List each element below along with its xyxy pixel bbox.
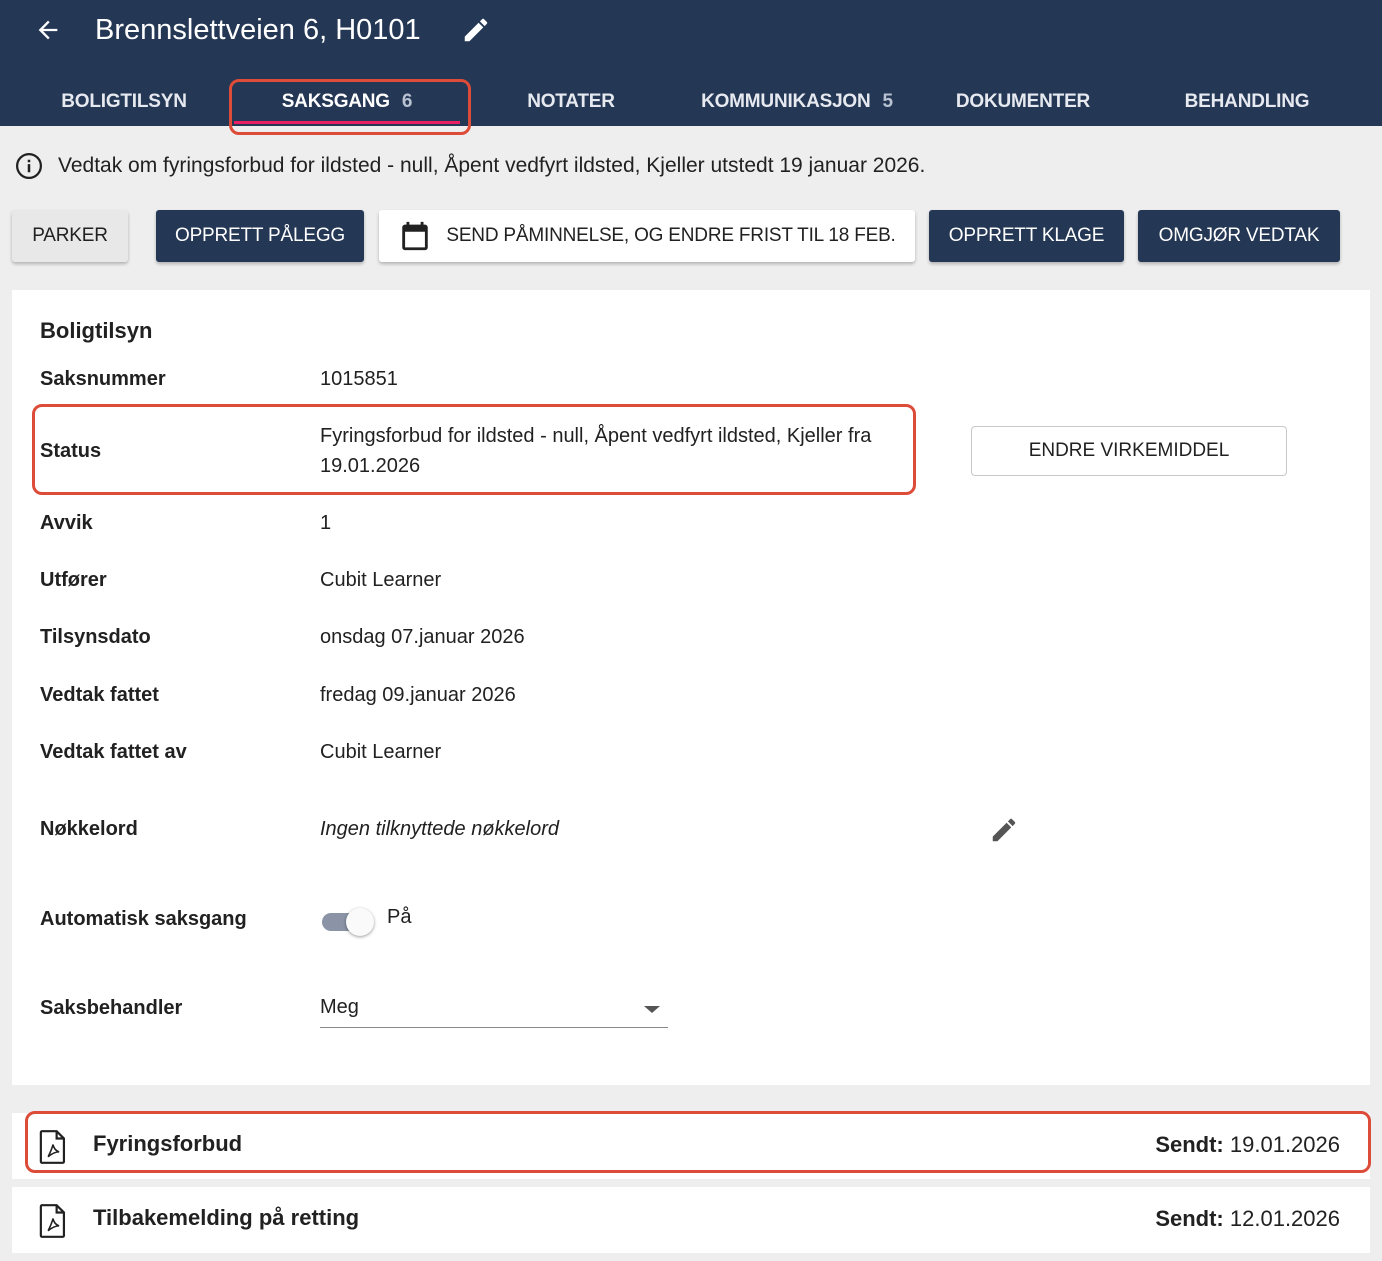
- sent-date: 12.01.2026: [1229, 1206, 1340, 1231]
- info-text: Vedtak om fyringsforbud for ildsted - nu…: [58, 154, 926, 177]
- status-label: Status: [40, 440, 102, 462]
- tab-count-badge: 5: [882, 91, 894, 112]
- tab-label: BEHANDLING: [1184, 91, 1310, 112]
- status-value: Fyringsforbud for ildsted - null, Åpent …: [320, 425, 872, 477]
- endre-virkemiddel-button[interactable]: ENDRE VIRKEMIDDEL: [971, 426, 1287, 476]
- pencil-icon: [992, 818, 1016, 842]
- document-name: Tilbakemelding på retting: [93, 1205, 360, 1230]
- arrow-left-icon: [38, 20, 58, 40]
- utforer-value: Cubit Learner: [320, 569, 442, 591]
- back-button[interactable]: [30, 12, 66, 48]
- saksnummer-label: Saksnummer: [40, 368, 166, 390]
- edit-keywords-button[interactable]: [986, 812, 1022, 848]
- avvik-label: Avvik: [40, 512, 93, 534]
- tab-label: KOMMUNIKASJON: [701, 91, 871, 112]
- vedtak-fattet-value: fredag 09.januar 2026: [320, 684, 516, 706]
- button-label: ENDRE VIRKEMIDDEL: [1028, 440, 1230, 461]
- button-label: OMGJØR VEDTAK: [1158, 225, 1320, 246]
- vedtak-fattet-av-value: Cubit Learner: [320, 741, 442, 763]
- vedtak-fattet-av-label: Vedtak fattet av: [40, 741, 187, 763]
- button-label: OPPRETT PÅLEGG: [174, 225, 345, 246]
- saksnummer-value: 1015851: [320, 368, 398, 390]
- parker-button[interactable]: PARKER: [12, 210, 128, 262]
- edit-title-button[interactable]: [458, 12, 494, 48]
- info-banner: Vedtak om fyringsforbud for ildsted - nu…: [14, 148, 925, 184]
- tab-kommunikasjon[interactable]: KOMMUNIKASJON 5: [686, 80, 908, 124]
- sent-label: Sendt:: [1155, 1206, 1224, 1231]
- dropdown-arrow-icon: [644, 1006, 660, 1013]
- utforer-label: Utfører: [40, 569, 107, 591]
- tilsynsdato-label: Tilsynsdato: [40, 626, 151, 648]
- tab-dokumenter[interactable]: DOKUMENTER: [930, 80, 1116, 124]
- info-icon: [16, 153, 42, 179]
- omgjor-vedtak-button[interactable]: OMGJØR VEDTAK: [1138, 210, 1340, 262]
- automatisk-saksgang-label: Automatisk saksgang: [40, 908, 247, 930]
- tab-label: BOLIGTILSYN: [61, 91, 187, 112]
- document-sent: Sendt: 12.01.2026: [1155, 1206, 1340, 1232]
- card-title: Boligtilsyn: [40, 318, 153, 343]
- saksbehandler-select[interactable]: Meg: [320, 990, 668, 1028]
- tilsynsdato-value: onsdag 07.januar 2026: [320, 626, 525, 648]
- pencil-icon: [464, 18, 488, 42]
- tab-notater[interactable]: NOTATER: [490, 80, 652, 124]
- avvik-value: 1: [320, 512, 332, 534]
- automatisk-saksgang-toggle[interactable]: [320, 906, 376, 936]
- button-label: SEND PÅMINNELSE, OG ENDRE FRIST TIL 18 F…: [446, 225, 896, 246]
- page-title: Brennslettveien 6, H0101: [95, 14, 421, 46]
- toggle-state-label: På: [387, 906, 412, 928]
- tab-label: NOTATER: [527, 91, 615, 112]
- saksbehandler-label: Saksbehandler: [40, 997, 183, 1019]
- button-label: OPPRETT KLAGE: [948, 225, 1105, 246]
- highlight-box: [229, 79, 471, 135]
- toggle-knob: [346, 908, 374, 936]
- button-label: PARKER: [32, 225, 108, 246]
- pdf-file-icon: [39, 1204, 66, 1238]
- highlight-box: [25, 1111, 1371, 1173]
- opprett-klage-button[interactable]: OPPRETT KLAGE: [929, 210, 1124, 262]
- opprett-palegg-button[interactable]: OPPRETT PÅLEGG: [156, 210, 364, 262]
- select-value: Meg: [320, 996, 359, 1018]
- nokkelord-label: Nøkkelord: [40, 818, 138, 840]
- document-row-tilbakemelding[interactable]: Tilbakemelding på retting Sendt: 12.01.2…: [12, 1187, 1370, 1253]
- vedtak-fattet-label: Vedtak fattet: [40, 684, 159, 706]
- tab-label: DOKUMENTER: [955, 91, 1091, 112]
- send-paminnelse-button[interactable]: SEND PÅMINNELSE, OG ENDRE FRIST TIL 18 F…: [379, 210, 915, 262]
- tab-boligtilsyn[interactable]: BOLIGTILSYN: [40, 80, 208, 124]
- calendar-icon: [402, 221, 429, 251]
- nokkelord-value: Ingen tilknyttede nøkkelord: [320, 818, 560, 840]
- tab-behandling[interactable]: BEHANDLING: [1160, 80, 1334, 124]
